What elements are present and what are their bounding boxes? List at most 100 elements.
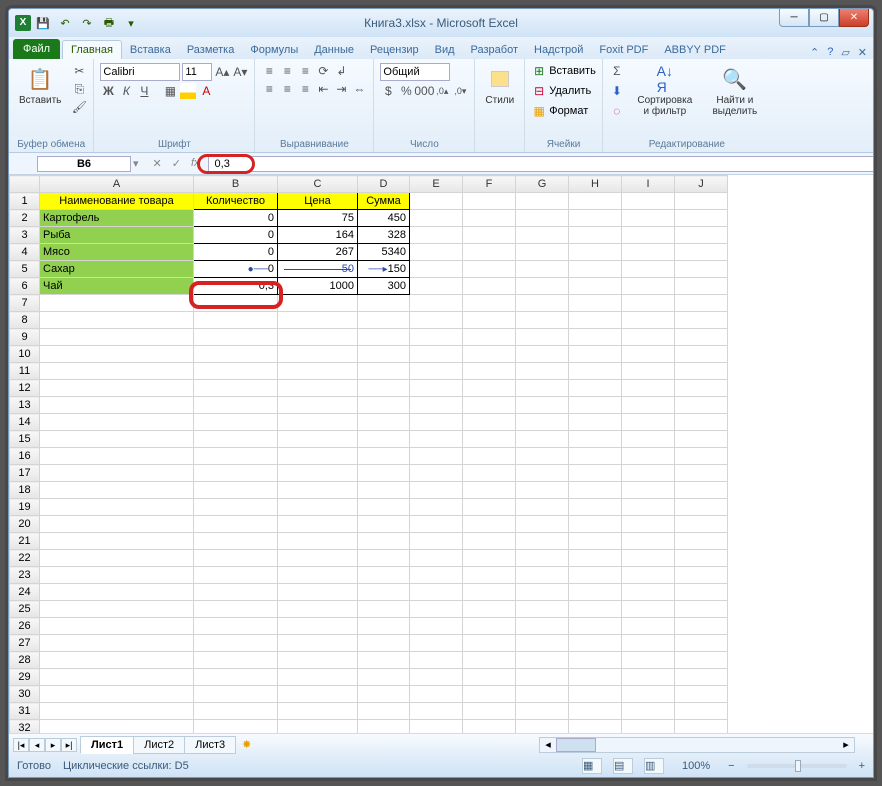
cell[interactable] — [463, 448, 516, 465]
cell[interactable] — [194, 397, 278, 414]
cell[interactable] — [278, 448, 358, 465]
paste-button[interactable]: 📋 Вставить — [15, 63, 65, 137]
cell[interactable] — [569, 227, 622, 244]
cell[interactable] — [463, 278, 516, 295]
cell[interactable] — [516, 431, 569, 448]
cell[interactable] — [194, 720, 278, 734]
cell[interactable] — [463, 567, 516, 584]
align-center-icon[interactable]: ≡ — [279, 81, 295, 97]
cell[interactable] — [358, 414, 410, 431]
cell[interactable] — [622, 261, 675, 278]
enter-formula-icon[interactable]: ✓ — [172, 157, 181, 170]
tab-abbyypdf[interactable]: ABBYY PDF — [656, 41, 734, 59]
border-icon[interactable]: ▦ — [162, 83, 178, 99]
cell[interactable] — [569, 329, 622, 346]
cell[interactable] — [622, 516, 675, 533]
cell[interactable] — [516, 193, 569, 210]
cell[interactable] — [463, 329, 516, 346]
row-header[interactable]: 12 — [10, 380, 40, 397]
row-header[interactable]: 25 — [10, 601, 40, 618]
cell[interactable] — [358, 431, 410, 448]
row-header[interactable]: 14 — [10, 414, 40, 431]
cell[interactable] — [516, 635, 569, 652]
cell[interactable] — [410, 397, 463, 414]
tab-file[interactable]: Файл — [13, 39, 60, 59]
cell[interactable] — [463, 652, 516, 669]
cell[interactable] — [278, 346, 358, 363]
cell[interactable] — [410, 193, 463, 210]
align-bottom-icon[interactable]: ≡ — [297, 63, 313, 79]
cell[interactable] — [569, 210, 622, 227]
cell[interactable] — [358, 533, 410, 550]
clear-icon[interactable]: ◌ — [609, 103, 625, 119]
scroll-thumb[interactable] — [556, 738, 596, 752]
autosum-icon[interactable]: Σ — [609, 63, 625, 79]
row-header[interactable]: 4 — [10, 244, 40, 261]
cell[interactable] — [278, 601, 358, 618]
cell[interactable] — [358, 295, 410, 312]
cell[interactable] — [410, 414, 463, 431]
decrease-decimal-icon[interactable]: ,0▾ — [452, 83, 468, 99]
row-header[interactable]: 18 — [10, 482, 40, 499]
cell[interactable] — [675, 499, 728, 516]
cell[interactable] — [675, 533, 728, 550]
cell[interactable] — [194, 329, 278, 346]
cell[interactable] — [569, 584, 622, 601]
cell[interactable] — [194, 482, 278, 499]
cell[interactable] — [569, 244, 622, 261]
cell[interactable] — [516, 686, 569, 703]
cell[interactable] — [675, 312, 728, 329]
cell[interactable] — [463, 363, 516, 380]
align-left-icon[interactable]: ≡ — [261, 81, 277, 97]
row-header[interactable]: 8 — [10, 312, 40, 329]
cell[interactable] — [622, 227, 675, 244]
cell[interactable] — [569, 346, 622, 363]
cell[interactable] — [516, 601, 569, 618]
view-pagebreak-icon[interactable]: ▥ — [644, 758, 664, 774]
cell[interactable] — [40, 516, 194, 533]
tab-developer[interactable]: Разработ — [463, 41, 526, 59]
cell[interactable] — [675, 516, 728, 533]
cell[interactable]: Сумма — [358, 193, 410, 210]
cell[interactable] — [194, 499, 278, 516]
qat-print-icon[interactable]: 🖶 — [99, 13, 119, 33]
cell[interactable] — [569, 193, 622, 210]
cell[interactable] — [40, 635, 194, 652]
cell[interactable] — [463, 533, 516, 550]
row-header[interactable]: 5 — [10, 261, 40, 278]
cell[interactable] — [569, 686, 622, 703]
cell[interactable] — [675, 686, 728, 703]
sheet-nav-first-icon[interactable]: |◂ — [13, 738, 29, 752]
cell[interactable] — [410, 431, 463, 448]
workbook-close-icon[interactable]: ✕ — [858, 46, 867, 59]
cell[interactable] — [516, 210, 569, 227]
column-header[interactable]: A — [40, 176, 194, 193]
row-header[interactable]: 15 — [10, 431, 40, 448]
cell[interactable] — [569, 669, 622, 686]
cell[interactable] — [40, 346, 194, 363]
cell[interactable] — [410, 720, 463, 734]
cell[interactable]: 50 — [278, 261, 358, 278]
cell[interactable] — [622, 414, 675, 431]
cell[interactable] — [194, 465, 278, 482]
cell[interactable] — [569, 278, 622, 295]
cell[interactable] — [675, 227, 728, 244]
cell[interactable] — [622, 567, 675, 584]
workbook-restore-icon[interactable]: ▱ — [841, 46, 849, 59]
cell[interactable]: Наименование товара — [40, 193, 194, 210]
cell[interactable] — [569, 567, 622, 584]
underline-icon[interactable]: Ч — [136, 83, 152, 99]
cell[interactable]: 1000 — [278, 278, 358, 295]
cell[interactable] — [410, 686, 463, 703]
cell[interactable] — [278, 635, 358, 652]
scroll-left-icon[interactable]: ◂ — [540, 738, 556, 752]
cell[interactable] — [358, 397, 410, 414]
cell[interactable] — [278, 499, 358, 516]
cell[interactable] — [516, 397, 569, 414]
cell[interactable] — [410, 567, 463, 584]
cell[interactable] — [675, 329, 728, 346]
cell[interactable] — [278, 669, 358, 686]
cell[interactable] — [278, 431, 358, 448]
styles-button[interactable]: Стили — [481, 63, 518, 108]
cell[interactable] — [410, 516, 463, 533]
